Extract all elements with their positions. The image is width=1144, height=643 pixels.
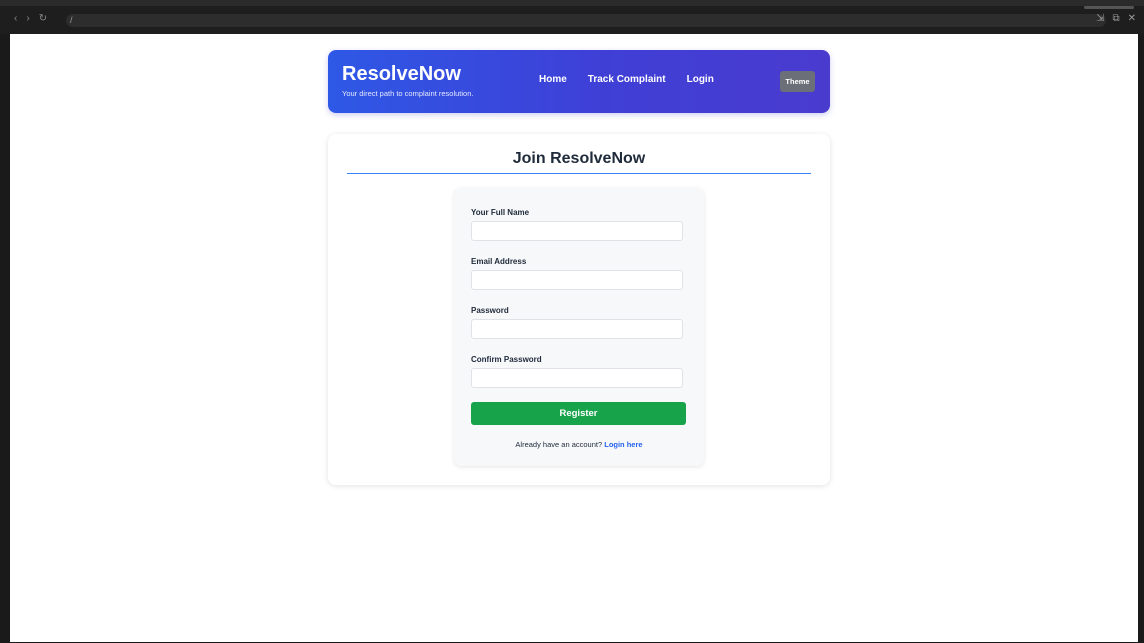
register-button[interactable]: Register bbox=[471, 402, 686, 425]
login-prompt-text: Already have an account? bbox=[515, 440, 603, 449]
brand-logo[interactable]: ResolveNow bbox=[342, 63, 461, 85]
title-divider bbox=[347, 173, 811, 174]
register-form: Your Full Name Email Address Password Co… bbox=[454, 188, 704, 466]
reload-icon[interactable]: ↻ bbox=[39, 13, 47, 25]
tab-strip bbox=[0, 0, 1144, 6]
address-bar[interactable] bbox=[66, 14, 1106, 27]
email-field[interactable] bbox=[471, 270, 683, 290]
window-controls: ⇲ ⧉ ✕ bbox=[1096, 13, 1136, 25]
browser-chrome: ‹ › ↻ / ⇲ ⧉ ✕ bbox=[0, 0, 1144, 34]
register-card: Join ResolveNow Your Full Name Email Add… bbox=[328, 134, 830, 485]
nav-home-link[interactable]: Home bbox=[539, 74, 567, 86]
page-viewport: ResolveNow Your direct path to complaint… bbox=[10, 34, 1138, 642]
nav-login-link[interactable]: Login bbox=[687, 74, 714, 86]
forward-icon[interactable]: › bbox=[26, 13, 29, 25]
login-here-link[interactable]: Login here bbox=[604, 440, 642, 449]
confirm-password-field[interactable] bbox=[471, 368, 683, 388]
confirm-password-label: Confirm Password bbox=[471, 355, 542, 364]
password-label: Password bbox=[471, 306, 509, 315]
theme-toggle-button[interactable]: Theme bbox=[780, 71, 815, 92]
brand-tagline: Your direct path to complaint resolution… bbox=[342, 89, 474, 98]
full-name-field[interactable] bbox=[471, 221, 683, 241]
nav-track-complaint-link[interactable]: Track Complaint bbox=[588, 74, 666, 86]
address-text[interactable]: / bbox=[70, 14, 73, 27]
restore-icon[interactable]: ⧉ bbox=[1112, 13, 1119, 25]
back-icon[interactable]: ‹ bbox=[14, 13, 17, 25]
extension-icon[interactable]: ⇲ bbox=[1096, 13, 1104, 25]
login-prompt: Already have an account? Login here bbox=[454, 440, 704, 450]
full-name-label: Your Full Name bbox=[471, 208, 530, 217]
main-nav: Home Track Complaint Login bbox=[539, 74, 714, 86]
site-header: ResolveNow Your direct path to complaint… bbox=[328, 50, 830, 113]
password-field[interactable] bbox=[471, 319, 683, 339]
page-title: Join ResolveNow bbox=[512, 150, 646, 167]
close-icon[interactable]: ✕ bbox=[1128, 13, 1136, 25]
browser-nav: ‹ › ↻ bbox=[14, 13, 47, 25]
email-label: Email Address bbox=[471, 257, 527, 266]
tab-indicator[interactable] bbox=[1084, 6, 1134, 9]
